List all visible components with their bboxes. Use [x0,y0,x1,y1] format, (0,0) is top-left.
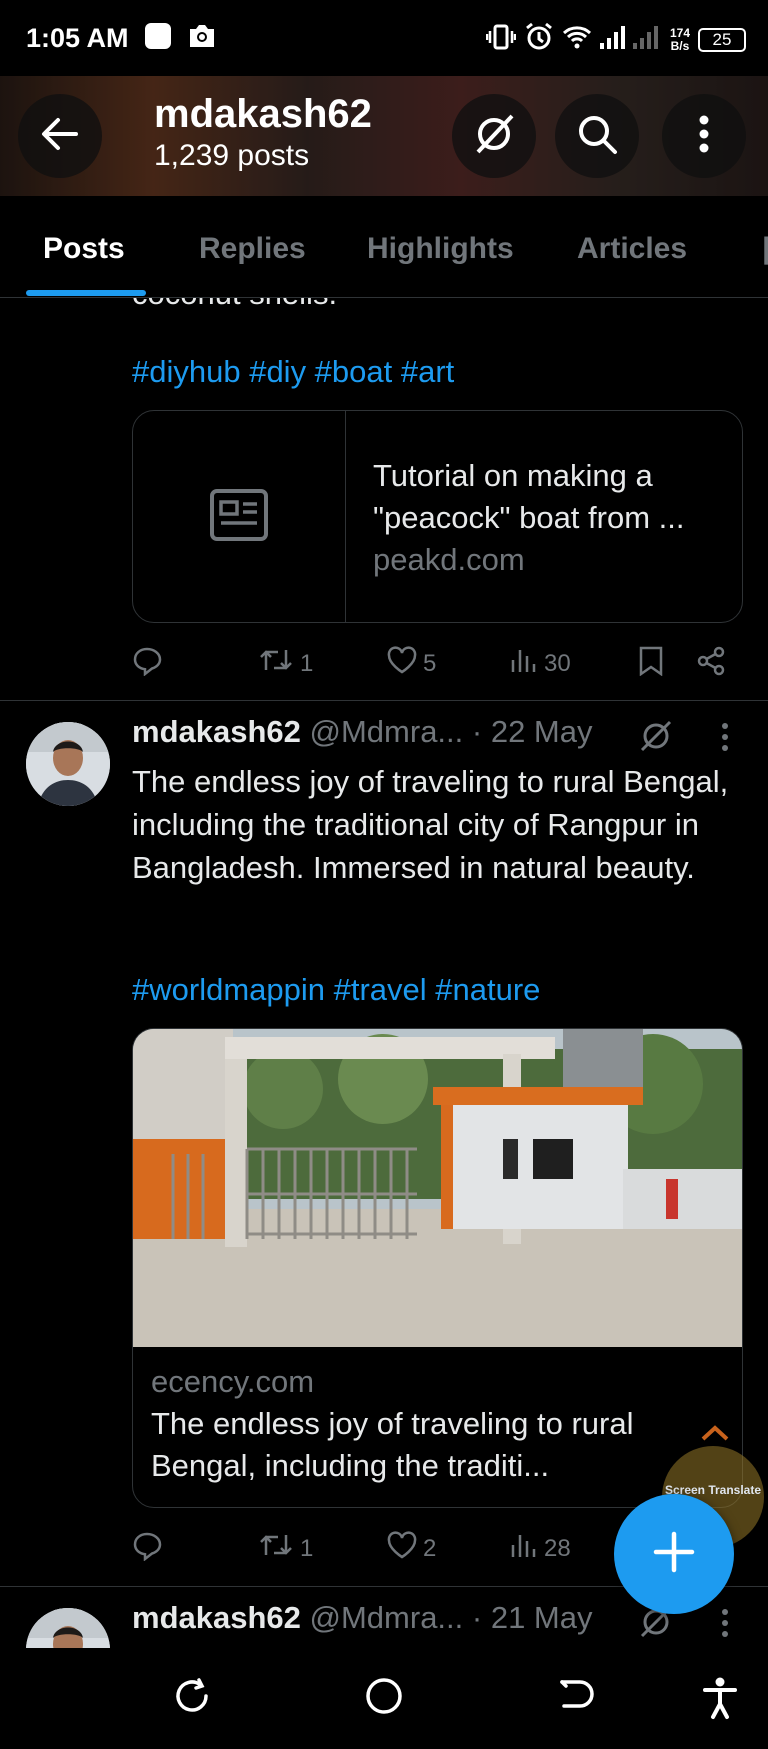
views-button[interactable]: 28 [510,1531,571,1566]
tab-active-indicator [26,290,146,296]
heart-icon [387,1531,417,1566]
accessibility-icon[interactable] [700,1676,740,1725]
repost-icon [258,1531,294,1566]
link-card-info: ecency.com The endless joy of traveling … [151,1361,731,1487]
tab-replies[interactable]: Replies [199,232,306,266]
post-hashtags[interactable]: #worldmappin #travel #nature [132,972,540,1008]
post-count: 1,239 posts [154,139,310,172]
post-header: mdakash62 @Mdmra... · 22 May [132,714,593,750]
link-card-title: The endless joy of traveling to rural Be… [151,1406,634,1483]
analytics-icon [510,1531,538,1566]
repost-count: 1 [300,1534,314,1562]
reply-button[interactable] [132,646,162,683]
system-nav-bar [0,1648,768,1749]
repost-button[interactable]: 1 [258,646,313,681]
repost-count: 1 [300,649,314,677]
tab-articles[interactable]: Articles [577,232,687,266]
vibrate-icon [485,23,517,56]
reply-icon [132,1531,162,1568]
link-card-title: Tutorial on making a "peacock" boat from… [373,458,685,535]
link-card-image [133,1029,742,1347]
tab-highlights[interactable]: Highlights [367,232,514,266]
camera-icon [187,23,217,54]
post-handle[interactable]: @Mdmra... [310,714,464,749]
status-bar: 1:05 AM 174 B/s 25 [0,0,768,76]
net-speed-unit: B/s [670,38,690,53]
article-icon [210,489,268,546]
avatar[interactable] [26,722,110,806]
alarm-icon [524,22,554,57]
reply-button[interactable] [132,1531,162,1568]
grok-icon [472,112,516,161]
views-count: 30 [544,649,571,677]
post-more-icon[interactable] [720,1608,730,1643]
home-icon[interactable] [364,1676,404,1721]
signal-icon [599,24,662,55]
plus-icon [652,1530,696,1579]
bookmark-icon [638,646,664,683]
search-button[interactable] [555,94,639,178]
grok-button[interactable] [452,94,536,178]
battery-indicator: 25 [698,27,746,52]
post-date[interactable]: · 21 May [472,1600,593,1635]
posts-feed[interactable]: coconut shells. #diyhub #diy #boat #art … [0,298,768,1648]
views-count: 28 [544,1534,571,1562]
arrow-left-icon [40,116,80,157]
grok-post-icon[interactable] [638,718,674,759]
back-nav-icon[interactable] [556,1676,596,1721]
analytics-icon [510,646,538,681]
net-speed: 174 B/s [669,25,690,53]
like-count: 5 [423,649,437,677]
post-more-icon[interactable] [720,722,730,757]
more-vertical-icon [698,114,710,159]
link-card-domain: ecency.com [151,1364,315,1399]
header-title-block: mdakash62 1,239 posts [154,92,372,173]
repost-button[interactable]: 1 [258,1531,313,1566]
tab-overflow-edge[interactable]: | [762,232,768,266]
page-title: mdakash62 [154,92,372,136]
views-button[interactable]: 30 [510,646,571,681]
post-username[interactable]: mdakash62 [132,1600,301,1635]
wifi-icon [562,24,592,55]
repost-icon [258,646,294,681]
compose-button[interactable] [614,1494,734,1614]
post-username[interactable]: mdakash62 [132,714,301,749]
avatar[interactable] [26,1608,110,1648]
post-header: mdakash62 @Mdmra... · 21 May [132,1600,593,1636]
heart-icon [387,646,417,681]
profile-tabs: Posts Replies Highlights Articles | [0,196,768,298]
like-button[interactable]: 5 [387,646,436,681]
post-date[interactable]: · 22 May [472,714,593,749]
net-speed-value: 174 [669,25,690,40]
recents-icon[interactable] [172,1676,212,1721]
share-button[interactable] [696,646,726,683]
profile-header: mdakash62 1,239 posts [0,76,768,196]
like-button[interactable]: 2 [387,1531,436,1566]
reply-icon [132,646,162,683]
link-card-domain: peakd.com [373,542,525,577]
status-time: 1:05 AM [26,22,129,53]
like-count: 2 [423,1534,437,1562]
chevron-up-icon[interactable] [700,1424,730,1447]
share-icon [696,646,726,683]
post-text-cut: coconut shells. [132,298,337,312]
post-hashtags[interactable]: #diyhub #diy #boat #art [132,354,454,390]
bookmark-button[interactable] [638,646,664,683]
post-text: The endless joy of traveling to rural Be… [132,764,729,885]
link-card[interactable]: Tutorial on making a "peacock" boat from… [132,410,743,623]
link-card-text: Tutorial on making a "peacock" boat from… [373,455,723,581]
back-button[interactable] [18,94,102,178]
post-divider [0,700,768,701]
tab-posts[interactable]: Posts [43,232,125,266]
post-actions: 1 5 30 [132,646,732,686]
link-card[interactable]: ecency.com The endless joy of traveling … [132,1028,743,1508]
notification-square-icon [143,21,173,56]
more-options-button[interactable] [662,94,746,178]
search-icon [575,112,619,161]
link-card-thumbnail [133,411,346,622]
post-handle[interactable]: @Mdmra... [310,1600,464,1635]
